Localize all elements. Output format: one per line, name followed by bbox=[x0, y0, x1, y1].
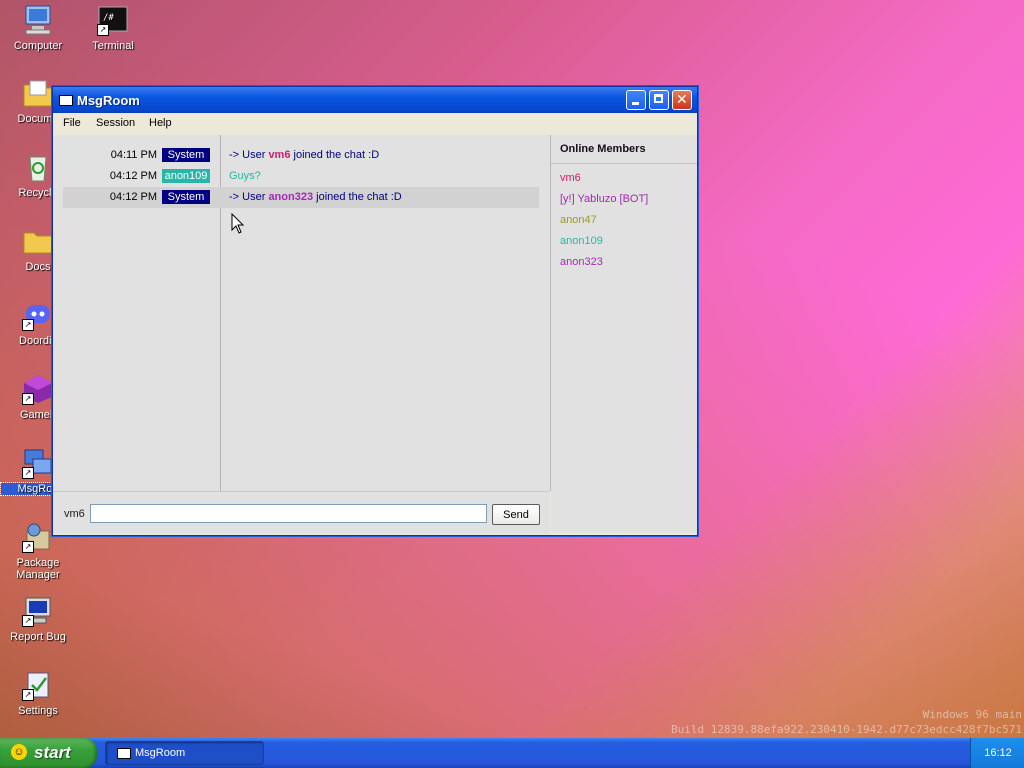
msgroom-title-icon bbox=[59, 95, 73, 106]
message-input-bar: vm6 Send bbox=[53, 491, 550, 534]
message-text: Guys? bbox=[229, 170, 261, 182]
chat-message-highlighted: 04:12 PM System -> User anon323 joined t… bbox=[63, 187, 539, 208]
desktop-icon-report-bug[interactable]: ↗ Report Bug bbox=[1, 595, 75, 643]
member-item[interactable]: [y!] Yabluzo [BOT] bbox=[560, 193, 648, 205]
report-bug-icon: ↗ bbox=[22, 595, 54, 627]
taskbar-item-label: MsgRoom bbox=[135, 747, 186, 759]
member-item[interactable]: anon109 bbox=[560, 235, 603, 247]
shortcut-arrow-icon: ↗ bbox=[22, 319, 34, 331]
shortcut-arrow-icon: ↗ bbox=[22, 689, 34, 701]
message-user-badge: anon109 bbox=[162, 169, 210, 183]
message-nick: anon323 bbox=[268, 191, 314, 203]
taskbar: ☺ start MsgRoom 16:12 bbox=[0, 738, 1024, 768]
message-input[interactable] bbox=[90, 504, 487, 523]
desktop-icon-label: Package Manager bbox=[16, 557, 60, 581]
desktop-icon-terminal[interactable]: /# ↗ Terminal bbox=[76, 4, 150, 52]
message-time: 04:12 PM bbox=[109, 170, 157, 182]
nickname-label: vm6 bbox=[64, 508, 85, 520]
message-time: 04:12 PM bbox=[109, 191, 157, 203]
menu-file[interactable]: File bbox=[63, 117, 81, 129]
shortcut-arrow-icon: ↗ bbox=[22, 541, 34, 553]
msgroom-window: MsgRoom File Session Help 04:11 PM Syste… bbox=[52, 86, 698, 536]
computer-icon bbox=[22, 4, 54, 36]
start-button[interactable]: ☺ start bbox=[0, 738, 97, 768]
taskbar-item-msgroom[interactable]: MsgRoom bbox=[105, 741, 264, 765]
window-title: MsgRoom bbox=[77, 93, 140, 108]
menu-session[interactable]: Session bbox=[96, 117, 135, 129]
message-nick: vm6 bbox=[268, 149, 291, 161]
desktop-icon-label: Computer bbox=[13, 40, 63, 52]
shortcut-arrow-icon: ↗ bbox=[22, 615, 34, 627]
member-item[interactable]: anon47 bbox=[560, 214, 597, 226]
message-text: -> User anon323 joined the chat :D bbox=[229, 191, 402, 203]
chat-log[interactable]: 04:11 PM System -> User vm6 joined the c… bbox=[53, 135, 551, 491]
message-user-badge: System bbox=[162, 190, 210, 204]
msgroom-task-icon bbox=[117, 748, 131, 759]
window-titlebar[interactable]: MsgRoom bbox=[53, 87, 697, 113]
build-watermark-line1: Windows 96 main bbox=[922, 708, 1022, 721]
menu-help[interactable]: Help bbox=[149, 117, 172, 129]
member-item[interactable]: vm6 bbox=[560, 172, 581, 184]
system-tray-clock[interactable]: 16:12 bbox=[970, 738, 1024, 768]
message-text: -> User vm6 joined the chat :D bbox=[229, 149, 380, 161]
game-icon: ↗ bbox=[22, 373, 54, 405]
doordis-icon: ↗ bbox=[22, 299, 54, 331]
shortcut-arrow-icon: ↗ bbox=[97, 24, 109, 36]
maximize-button[interactable] bbox=[649, 90, 669, 110]
folder-icon bbox=[22, 225, 54, 257]
menubar: File Session Help bbox=[53, 113, 697, 136]
send-button[interactable]: Send bbox=[492, 504, 540, 525]
chat-message: 04:12 PM anon109 Guys? bbox=[63, 166, 539, 187]
members-heading: Online Members bbox=[551, 135, 697, 164]
documents-icon bbox=[22, 77, 54, 109]
settings-icon: ↗ bbox=[22, 669, 54, 701]
desktop-icon-computer[interactable]: Computer bbox=[1, 4, 75, 52]
close-button[interactable] bbox=[672, 90, 692, 110]
message-time: 04:11 PM bbox=[110, 149, 157, 161]
desktop-icon-settings[interactable]: ↗ Settings bbox=[1, 669, 75, 717]
online-members-panel: Online Members vm6 [y!] Yabluzo [BOT] an… bbox=[551, 135, 697, 533]
shortcut-arrow-icon: ↗ bbox=[22, 467, 34, 479]
svg-text:/#: /# bbox=[103, 13, 114, 23]
minimize-button[interactable] bbox=[626, 90, 646, 110]
build-watermark-line2: Build 12839.88efa922.230410-1942.d77c73e… bbox=[671, 723, 1022, 736]
start-label: start bbox=[34, 743, 71, 762]
member-item[interactable]: anon323 bbox=[560, 256, 603, 268]
chat-message: 04:11 PM System -> User vm6 joined the c… bbox=[63, 145, 539, 166]
desktop-icon-label: Report Bug bbox=[10, 631, 66, 643]
mouse-cursor-icon bbox=[231, 212, 245, 238]
package-icon: ↗ bbox=[22, 521, 54, 553]
terminal-icon: /# ↗ bbox=[97, 4, 129, 36]
msgroom-icon: ↗ bbox=[22, 447, 54, 479]
desktop-icon-label: Settings bbox=[18, 705, 58, 717]
start-logo-icon: ☺ bbox=[11, 744, 27, 760]
message-user-badge: System bbox=[162, 148, 210, 162]
desktop-icon-label: Terminal bbox=[92, 40, 134, 52]
recycle-bin-icon bbox=[22, 151, 54, 183]
shortcut-arrow-icon: ↗ bbox=[22, 393, 34, 405]
